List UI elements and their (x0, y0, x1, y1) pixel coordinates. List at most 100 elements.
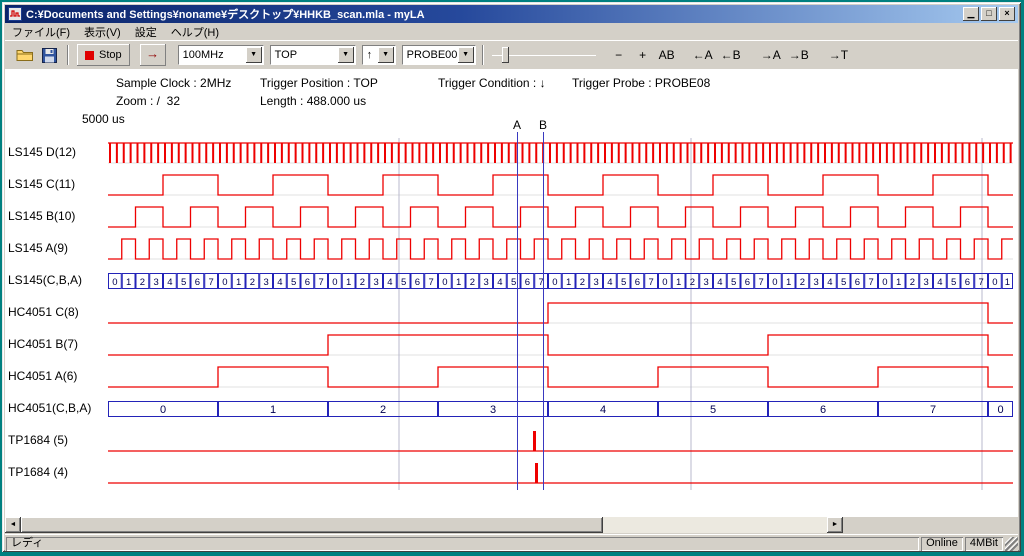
svg-text:5: 5 (511, 277, 516, 288)
svg-text:2: 2 (140, 277, 145, 288)
cursor-label-b: B (537, 118, 549, 132)
scroll-right-button[interactable]: ► (827, 517, 843, 533)
channel-label: HC4051 C(8) (8, 305, 79, 319)
svg-text:4: 4 (497, 277, 502, 288)
svg-text:1: 1 (126, 277, 131, 288)
svg-text:4: 4 (937, 277, 942, 288)
scroll-left-button[interactable]: ◄ (5, 517, 21, 533)
zoom-info: Zoom : / 32 (116, 94, 180, 108)
svg-text:4: 4 (827, 277, 832, 288)
trigger-condition-info: Trigger Condition : ↓ (438, 76, 546, 90)
chevron-down-icon[interactable]: ▼ (458, 47, 474, 63)
svg-text:2: 2 (250, 277, 255, 288)
svg-text:2: 2 (360, 277, 365, 288)
svg-text:5: 5 (621, 277, 626, 288)
svg-text:1: 1 (270, 404, 276, 416)
chevron-down-icon[interactable]: ▼ (338, 47, 354, 63)
svg-text:1: 1 (236, 277, 241, 288)
svg-text:2: 2 (380, 404, 386, 416)
minimize-button[interactable]: ▁ (963, 7, 979, 21)
svg-text:3: 3 (813, 277, 818, 288)
button-right-a[interactable]: →A (758, 44, 784, 66)
channel-label: HC4051(C,B,A) (8, 401, 91, 415)
combo-value-trigger-probe: PROBE00 (403, 49, 458, 61)
status-memory: 4MBit (965, 537, 1003, 551)
channel-label: HC4051 A(6) (8, 369, 77, 383)
button-to-trigger[interactable]: →T (826, 44, 851, 66)
svg-text:3: 3 (153, 277, 158, 288)
svg-text:7: 7 (978, 277, 983, 288)
menu-item-settings[interactable]: 設定 (128, 23, 164, 41)
scrollbar-thumb[interactable] (21, 517, 603, 533)
combo-trigger-probe[interactable]: PROBE00▼ (402, 45, 476, 65)
svg-text:2: 2 (580, 277, 585, 288)
svg-text:6: 6 (965, 277, 970, 288)
channel-label: HC4051 B(7) (8, 337, 78, 351)
svg-text:7: 7 (930, 404, 936, 416)
app-window: C:¥Documents and Settings¥noname¥デスクトップ¥… (2, 2, 1021, 552)
svg-text:0: 0 (992, 277, 997, 288)
toolbar-separator (482, 45, 484, 65)
svg-text:7: 7 (868, 277, 873, 288)
svg-text:1: 1 (566, 277, 571, 288)
svg-text:3: 3 (923, 277, 928, 288)
svg-text:7: 7 (208, 277, 213, 288)
svg-text:3: 3 (373, 277, 378, 288)
svg-text:4: 4 (717, 277, 722, 288)
svg-text:2: 2 (470, 277, 475, 288)
button-zoom-in[interactable]: + (632, 44, 654, 66)
svg-text:6: 6 (195, 277, 200, 288)
button-right-b[interactable]: →B (786, 44, 812, 66)
svg-text:6: 6 (635, 277, 640, 288)
combo-clock[interactable]: 100MHz▼ (178, 45, 264, 65)
svg-text:7: 7 (428, 277, 433, 288)
button-left-b[interactable]: ←B (718, 44, 744, 66)
length-info: Length : 488.000 us (260, 94, 366, 108)
combo-trigger-position[interactable]: TOP▼ (270, 45, 356, 65)
zoom-slider[interactable] (492, 44, 596, 66)
button-zoom-out[interactable]: − (608, 44, 630, 66)
svg-text:2: 2 (690, 277, 695, 288)
chevron-down-icon[interactable]: ▼ (246, 47, 262, 63)
svg-text:1: 1 (896, 277, 901, 288)
toolbar-zoom-buttons: −+AB (608, 44, 678, 66)
svg-text:0: 0 (997, 404, 1003, 416)
svg-text:2: 2 (800, 277, 805, 288)
run-button[interactable]: → (140, 44, 166, 66)
svg-text:5: 5 (181, 277, 186, 288)
combo-value-trigger-position: TOP (271, 49, 338, 61)
slider-handle[interactable] (502, 47, 509, 63)
combo-value-clock: 100MHz (179, 49, 246, 61)
resize-grip[interactable] (1005, 537, 1018, 551)
button-left-a[interactable]: ←A (690, 44, 716, 66)
menu-bar: ファイル(F)表示(V)設定ヘルプ(H) (5, 23, 1018, 40)
svg-text:7: 7 (318, 277, 323, 288)
svg-text:5: 5 (841, 277, 846, 288)
sample-clock-info: Sample Clock : 2MHz (116, 76, 231, 90)
menu-item-help[interactable]: ヘルプ(H) (164, 23, 226, 41)
chevron-down-icon[interactable]: ▼ (378, 47, 394, 63)
svg-text:4: 4 (600, 404, 606, 416)
trigger-position-info: Trigger Position : TOP (260, 76, 378, 90)
svg-text:7: 7 (758, 277, 763, 288)
channel-label: LS145 B(10) (8, 209, 75, 223)
waveform-plot[interactable]: 0123456701234567012345670123456701234567… (108, 138, 1013, 490)
svg-text:5: 5 (291, 277, 296, 288)
cursor-line-b[interactable] (543, 132, 544, 490)
cursor-line-a[interactable] (517, 132, 518, 490)
svg-text:0: 0 (662, 277, 667, 288)
close-button[interactable]: × (999, 7, 1015, 21)
svg-text:7: 7 (648, 277, 653, 288)
svg-text:1: 1 (346, 277, 351, 288)
combo-trigger-edge[interactable]: ↑▼ (362, 45, 396, 65)
maximize-button[interactable]: □ (981, 7, 997, 21)
svg-text:0: 0 (112, 277, 117, 288)
channel-labels: LS145 D(12)LS145 C(11)LS145 B(10)LS145 A… (8, 2, 108, 502)
svg-text:6: 6 (855, 277, 860, 288)
horizontal-scrollbar[interactable]: ◄ ► (5, 517, 843, 533)
button-zoom-ab[interactable]: AB (656, 44, 678, 66)
svg-text:4: 4 (607, 277, 612, 288)
channel-label: LS145(C,B,A) (8, 273, 82, 287)
svg-text:5: 5 (731, 277, 736, 288)
cursor-label-a: A (511, 118, 523, 132)
